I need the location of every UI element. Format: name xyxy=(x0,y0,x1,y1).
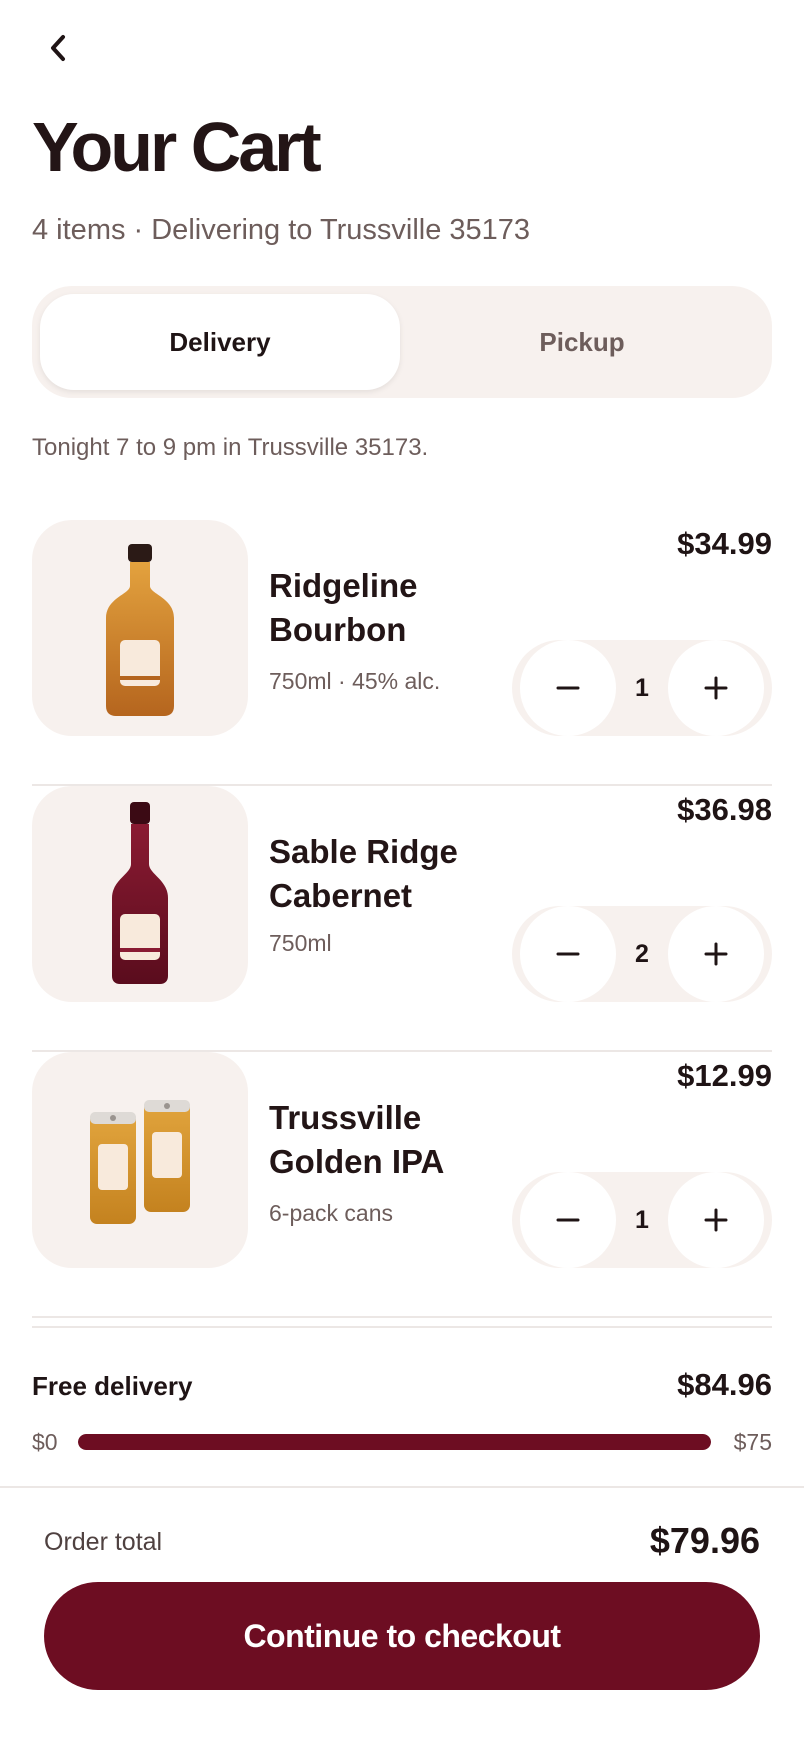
item-meta: 750ml · 45% alc. xyxy=(269,668,441,694)
progress-fill xyxy=(78,1434,711,1450)
quantity-value: 1 xyxy=(635,1205,649,1234)
decrease-button[interactable] xyxy=(520,1172,616,1268)
section-divider xyxy=(32,1326,772,1328)
quantity-stepper: 1 xyxy=(512,1172,772,1268)
item-price: $34.99 xyxy=(677,526,772,561)
quantity-stepper: 2 xyxy=(512,906,772,1002)
free-delivery-amount: $84.96 xyxy=(677,1367,772,1402)
wine-bottle-icon xyxy=(32,786,248,1002)
free-delivery-label: Free delivery xyxy=(32,1371,193,1401)
tab-pickup[interactable]: Pickup xyxy=(402,294,762,390)
back-button[interactable] xyxy=(38,28,78,68)
progress-max-label: $75 xyxy=(733,1429,772,1455)
delivery-window: Tonight 7 to 9 pm in Trussville 35173. xyxy=(32,434,429,461)
cart-item: Trussville Golden IPA 6-pack cans $12.99… xyxy=(32,1052,772,1318)
tab-delivery[interactable]: Delivery xyxy=(40,294,400,390)
cart-summary: 4 items · Delivering to Trussville 35173 xyxy=(32,214,531,246)
increase-button[interactable] xyxy=(668,906,764,1002)
chevron-left-icon xyxy=(51,35,65,61)
plus-icon xyxy=(704,942,728,966)
item-price: $36.98 xyxy=(677,792,772,827)
order-total-label: Order total xyxy=(44,1528,163,1556)
order-total-value: $79.96 xyxy=(649,1520,760,1561)
page-title: Your Cart xyxy=(32,108,322,186)
item-name[interactable]: Ridgeline Bourbon xyxy=(269,564,509,652)
quantity-value: 2 xyxy=(635,939,649,968)
item-meta: 6-pack cans xyxy=(269,1200,394,1226)
increase-button[interactable] xyxy=(668,640,764,736)
fulfillment-toggle: Delivery Pickup xyxy=(32,286,772,398)
minus-icon xyxy=(556,1218,580,1222)
decrease-button[interactable] xyxy=(520,906,616,1002)
quantity-stepper: 1 xyxy=(512,640,772,736)
cart-item: Sable Ridge Cabernet 750ml $36.98 2 xyxy=(32,786,772,1052)
bourbon-bottle-icon xyxy=(32,520,248,736)
item-meta: 750ml xyxy=(269,930,332,956)
plus-icon xyxy=(704,1208,728,1232)
cart-item: Ridgeline Bourbon 750ml · 45% alc. $34.9… xyxy=(32,520,772,786)
progress-min-label: $0 xyxy=(32,1429,58,1455)
increase-button[interactable] xyxy=(668,1172,764,1268)
minus-icon xyxy=(556,686,580,690)
minus-icon xyxy=(556,952,580,956)
checkout-footer: Order total $79.96 Continue to checkout xyxy=(0,1486,804,1748)
item-name[interactable]: Trussville Golden IPA xyxy=(269,1096,509,1184)
plus-icon xyxy=(704,676,728,700)
item-price: $12.99 xyxy=(677,1058,772,1093)
beer-cans-icon xyxy=(32,1052,248,1268)
free-delivery-progress xyxy=(78,1434,711,1450)
item-name[interactable]: Sable Ridge Cabernet xyxy=(269,830,509,918)
checkout-button[interactable]: Continue to checkout xyxy=(44,1582,760,1690)
decrease-button[interactable] xyxy=(520,640,616,736)
quantity-value: 1 xyxy=(635,673,649,702)
